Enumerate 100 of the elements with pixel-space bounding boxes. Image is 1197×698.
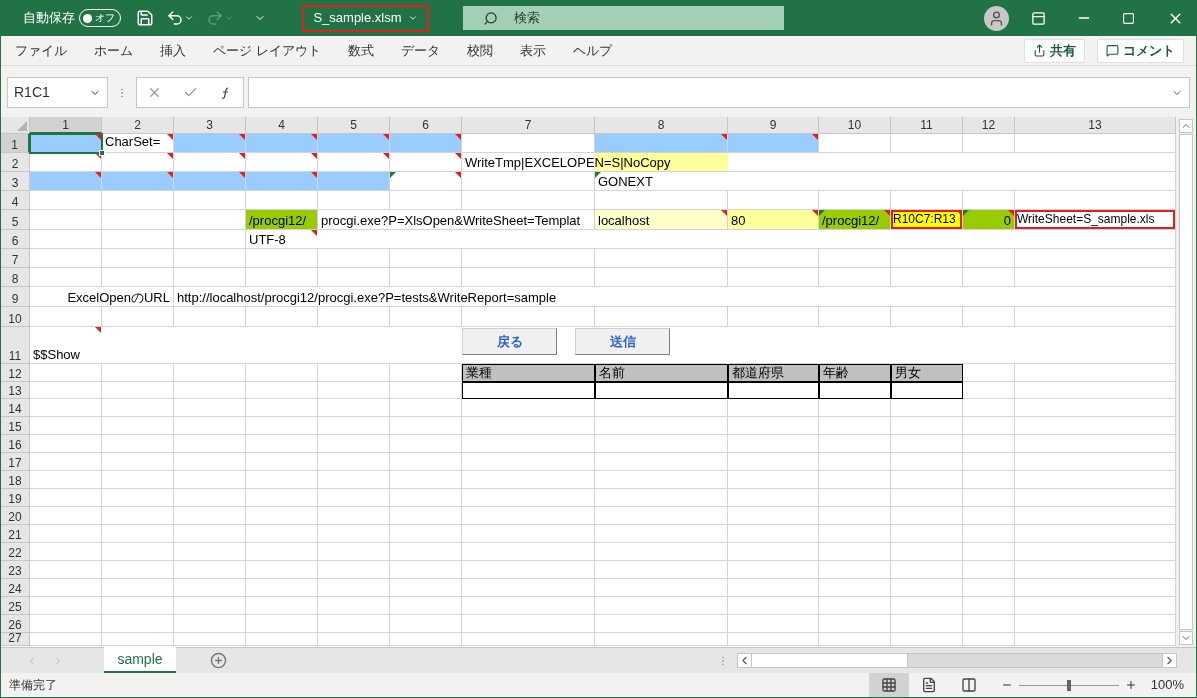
ribbon-tab[interactable]: ヘルプ: [572, 40, 612, 61]
column-header[interactable]: 10: [819, 117, 891, 134]
comment-button[interactable]: コメント: [1097, 38, 1184, 63]
selected-cell[interactable]: [30, 134, 102, 153]
row-header[interactable]: 7: [1, 249, 30, 268]
row-header[interactable]: 25: [1, 597, 30, 615]
column-header[interactable]: 12: [963, 117, 1015, 134]
row-header[interactable]: 19: [1, 489, 30, 507]
column-header[interactable]: 5: [318, 117, 390, 134]
table-cell[interactable]: ExcelOpenのURL: [30, 287, 174, 307]
zoom-reading[interactable]: 100%: [1150, 675, 1184, 695]
row-header[interactable]: 6: [1, 230, 30, 249]
column-header[interactable]: 9: [728, 117, 819, 134]
table-cell[interactable]: /procgi12/: [246, 210, 318, 230]
column-header[interactable]: 4: [246, 117, 318, 134]
horizontal-scrollbar[interactable]: [737, 653, 1177, 668]
ribbon-tab[interactable]: ホーム: [94, 40, 133, 61]
column-header[interactable]: 13: [1015, 117, 1176, 134]
formula-input[interactable]: [248, 77, 1190, 108]
column-header[interactable]: 3: [174, 117, 246, 134]
scroll-thumb[interactable]: [1179, 134, 1193, 630]
scroll-down-icon[interactable]: [1179, 631, 1193, 645]
column-header[interactable]: 2: [102, 117, 174, 134]
row-header[interactable]: 14: [1, 399, 30, 417]
share-button[interactable]: 共有: [1024, 38, 1085, 63]
row-header[interactable]: 17: [1, 453, 30, 471]
table-cell[interactable]: [595, 382, 728, 399]
table-cell[interactable]: 0: [963, 210, 1015, 230]
row-header[interactable]: 2: [1, 153, 30, 172]
add-sheet-icon[interactable]: [210, 652, 227, 669]
row-header[interactable]: 22: [1, 543, 30, 561]
caret-icon[interactable]: [224, 13, 234, 23]
outlined-cell[interactable]: WriteSheet=S_sample.xls: [1015, 210, 1176, 230]
table-cell[interactable]: localhost: [595, 210, 728, 230]
ribbon-tab[interactable]: ページ レイアウト: [213, 40, 321, 61]
ribbon-tab[interactable]: ファイル: [15, 40, 67, 61]
row-header[interactable]: 16: [1, 435, 30, 453]
zoom-slider[interactable]: [1018, 679, 1119, 691]
row-header[interactable]: 11: [1, 327, 30, 364]
table-cell[interactable]: CharSet=: [102, 134, 174, 153]
row-header[interactable]: 12: [1, 364, 30, 382]
scroll-left-icon[interactable]: [738, 654, 752, 667]
search-field[interactable]: 検索: [463, 6, 784, 30]
maximize-icon[interactable]: [1122, 11, 1135, 25]
row-header[interactable]: 1: [1, 134, 30, 153]
row-header[interactable]: 15: [1, 417, 30, 435]
row-header[interactable]: 4: [1, 191, 30, 210]
table-cell[interactable]: /procgi12/: [819, 210, 891, 230]
save-icon[interactable]: [136, 9, 154, 27]
undo-icon[interactable]: [166, 9, 184, 27]
row-header[interactable]: 20: [1, 507, 30, 525]
table-cell[interactable]: 80: [728, 210, 819, 230]
zoom-thumb[interactable]: [1066, 679, 1071, 691]
ribbon-display-icon[interactable]: [1031, 10, 1046, 26]
zoom-in-icon[interactable]: [1124, 679, 1137, 691]
table-cell[interactable]: http://localhost/procgi12/procgi.exe?P=tests&WriteReport=sample: [174, 287, 1176, 307]
form-button[interactable]: 送信: [575, 328, 670, 355]
column-header[interactable]: 7: [462, 117, 595, 134]
scroll-thumb[interactable]: [752, 654, 908, 667]
row-header[interactable]: 3: [1, 172, 30, 191]
sheet-tab[interactable]: sample: [104, 647, 176, 673]
scroll-up-icon[interactable]: [1179, 119, 1193, 133]
name-box[interactable]: R1C1: [7, 77, 108, 108]
caret-icon[interactable]: [184, 13, 194, 23]
row-header[interactable]: 5: [1, 210, 30, 230]
redo-icon[interactable]: [206, 9, 224, 27]
vertical-scrollbar[interactable]: [1176, 117, 1196, 647]
row-header[interactable]: 13: [1, 382, 30, 399]
header-cell[interactable]: 名前: [595, 364, 728, 382]
header-cell[interactable]: 男女: [891, 364, 963, 382]
ribbon-tab[interactable]: 数式: [347, 40, 374, 61]
column-header[interactable]: 11: [891, 117, 963, 134]
header-cell[interactable]: 年齢: [819, 364, 891, 382]
column-header[interactable]: 8: [595, 117, 728, 134]
form-button[interactable]: 戻る: [462, 328, 557, 355]
row-header[interactable]: 23: [1, 561, 30, 579]
scroll-right-icon[interactable]: [1162, 654, 1176, 667]
header-cell[interactable]: 都道府県: [728, 364, 819, 382]
file-name-button[interactable]: S_sample.xlsm: [302, 4, 429, 32]
table-cell[interactable]: [462, 382, 595, 399]
header-cell[interactable]: 業種: [462, 364, 595, 382]
ribbon-tab[interactable]: 校閲: [466, 40, 493, 61]
column-header[interactable]: 6: [390, 117, 462, 134]
table-cell[interactable]: procgi.exe?P=XlsOpen&WriteSheet=Templat: [318, 210, 595, 230]
row-header[interactable]: 10: [1, 307, 30, 327]
fill-handle-icon[interactable]: [99, 150, 105, 156]
table-cell[interactable]: [819, 382, 891, 399]
row-header[interactable]: 8: [1, 268, 30, 287]
row-header[interactable]: 21: [1, 525, 30, 543]
avatar-icon[interactable]: [984, 5, 1009, 31]
ribbon-tab[interactable]: 表示: [519, 40, 546, 61]
view-button[interactable]: [868, 673, 909, 697]
ribbon-tab[interactable]: 挿入: [160, 40, 186, 61]
row-header[interactable]: 9: [1, 287, 30, 307]
ribbon-tab[interactable]: データ: [400, 40, 440, 61]
table-cell[interactable]: [728, 382, 819, 399]
outlined-cell[interactable]: R10C7:R13: [891, 210, 963, 230]
row-header[interactable]: 27: [1, 633, 30, 646]
row-header[interactable]: 18: [1, 471, 30, 489]
row-header[interactable]: 24: [1, 579, 30, 597]
